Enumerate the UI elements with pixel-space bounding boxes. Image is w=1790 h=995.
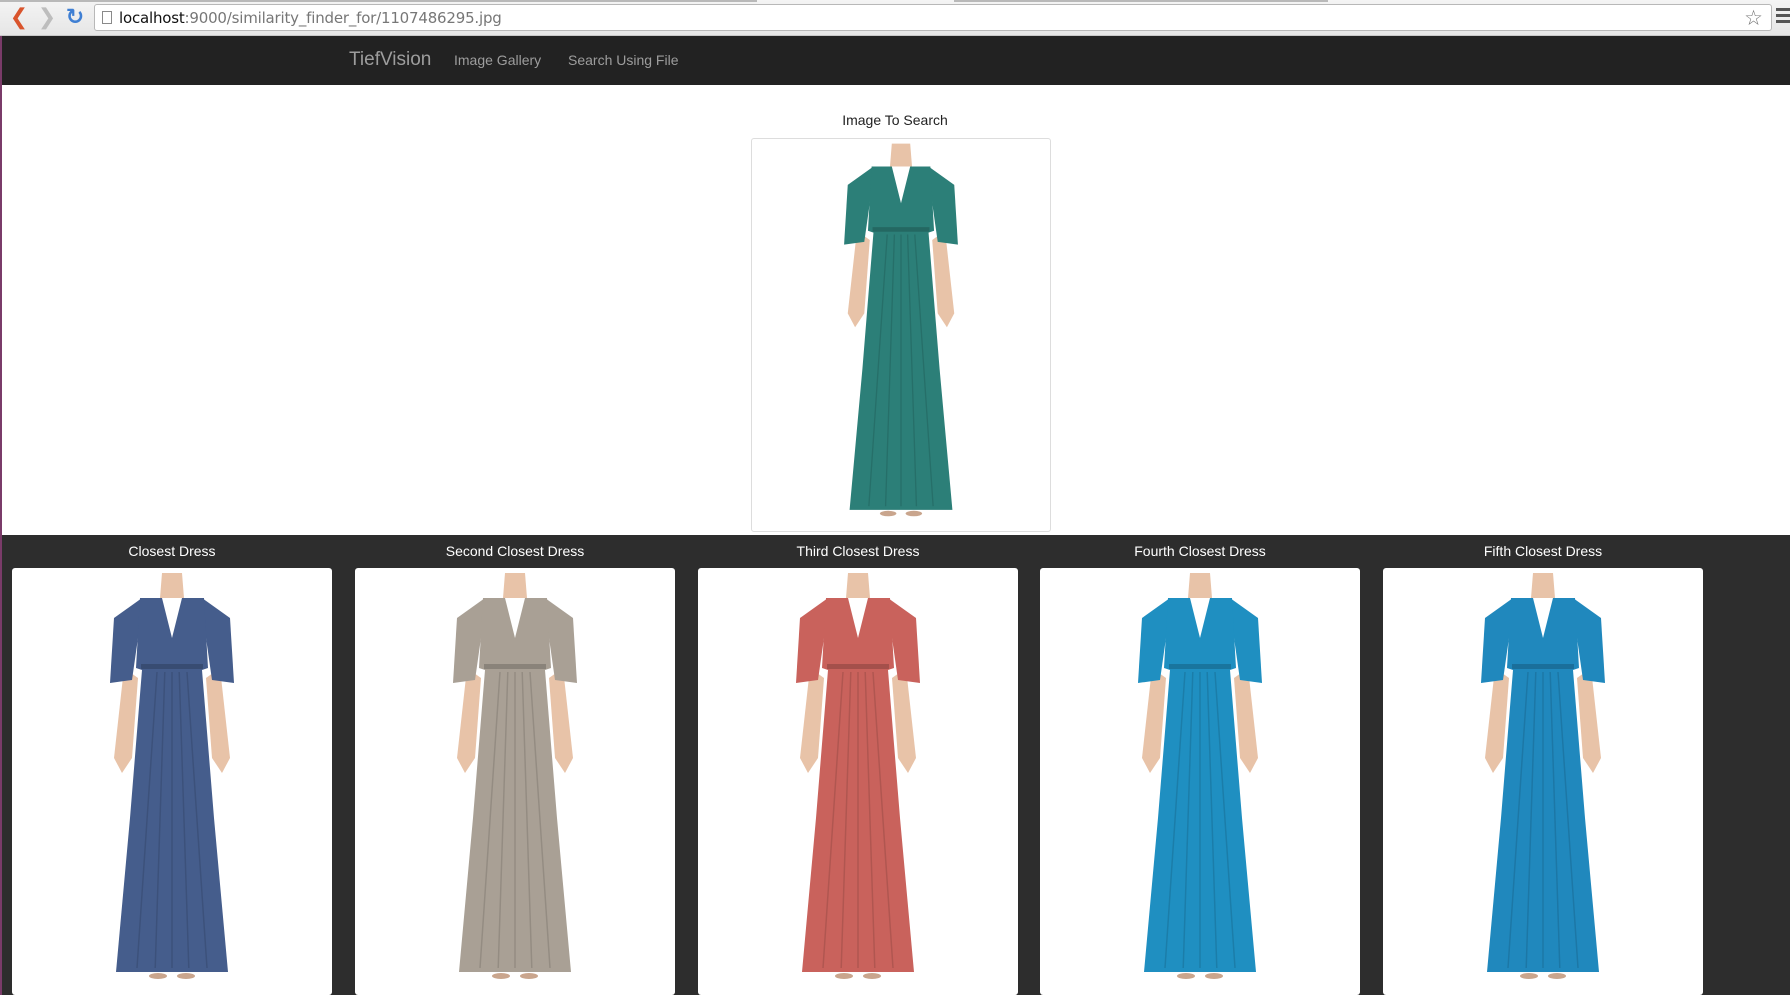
forward-arrow-icon[interactable]: ❯ bbox=[36, 5, 58, 30]
result-dress-image bbox=[796, 573, 920, 979]
result-image[interactable] bbox=[12, 568, 332, 995]
result-item: Fifth Closest Dress bbox=[1383, 535, 1703, 995]
result-item: Third Closest Dress bbox=[698, 535, 1018, 995]
reload-icon[interactable]: ↻ bbox=[64, 5, 86, 30]
page-icon bbox=[102, 11, 112, 24]
address-bar[interactable]: localhost:9000/similarity_finder_for/110… bbox=[94, 4, 1772, 31]
result-image[interactable] bbox=[1383, 568, 1703, 995]
result-label: Third Closest Dress bbox=[796, 543, 920, 559]
result-item: Fourth Closest Dress bbox=[1040, 535, 1360, 995]
url-text[interactable]: localhost:9000/similarity_finder_for/110… bbox=[119, 9, 502, 27]
tab-strip-edge bbox=[954, 0, 1328, 2]
search-title: Image To Search bbox=[842, 112, 948, 128]
nav-search-using-file[interactable]: Search Using File bbox=[568, 52, 679, 68]
url-path: :9000/similarity_finder_for/1107486295.j… bbox=[184, 9, 502, 27]
result-label: Closest Dress bbox=[128, 543, 216, 559]
nav-image-gallery[interactable]: Image Gallery bbox=[454, 52, 541, 68]
result-image[interactable] bbox=[1040, 568, 1360, 995]
back-arrow-icon[interactable]: ❮ bbox=[8, 5, 30, 30]
result-dress-image bbox=[1138, 573, 1262, 979]
result-dress-image bbox=[453, 573, 577, 979]
url-host: localhost bbox=[119, 9, 185, 27]
result-dress-image bbox=[1481, 573, 1605, 979]
hamburger-menu-icon[interactable] bbox=[1776, 8, 1790, 24]
query-image bbox=[751, 138, 1051, 532]
result-dress-image bbox=[110, 573, 234, 979]
result-label: Fourth Closest Dress bbox=[1134, 543, 1266, 559]
tab-strip-edge bbox=[0, 0, 757, 2]
result-item: Closest Dress bbox=[12, 535, 332, 995]
browser-toolbar: ❮ ❯ ↻ localhost:9000/similarity_finder_f… bbox=[0, 0, 1790, 36]
brand-link[interactable]: TiefVision bbox=[349, 49, 431, 71]
result-image[interactable] bbox=[698, 568, 1018, 995]
result-item: Second Closest Dress bbox=[355, 535, 675, 995]
query-dress-image bbox=[844, 143, 958, 517]
results-panel: Closest Dress Second Closest Dress Third… bbox=[2, 535, 1790, 995]
result-label: Fifth Closest Dress bbox=[1483, 543, 1603, 559]
app-navbar: TiefVision Image Gallery Search Using Fi… bbox=[2, 36, 1790, 85]
result-image[interactable] bbox=[355, 568, 675, 995]
result-label: Second Closest Dress bbox=[445, 543, 585, 559]
bookmark-star-icon[interactable]: ☆ bbox=[1744, 6, 1763, 30]
